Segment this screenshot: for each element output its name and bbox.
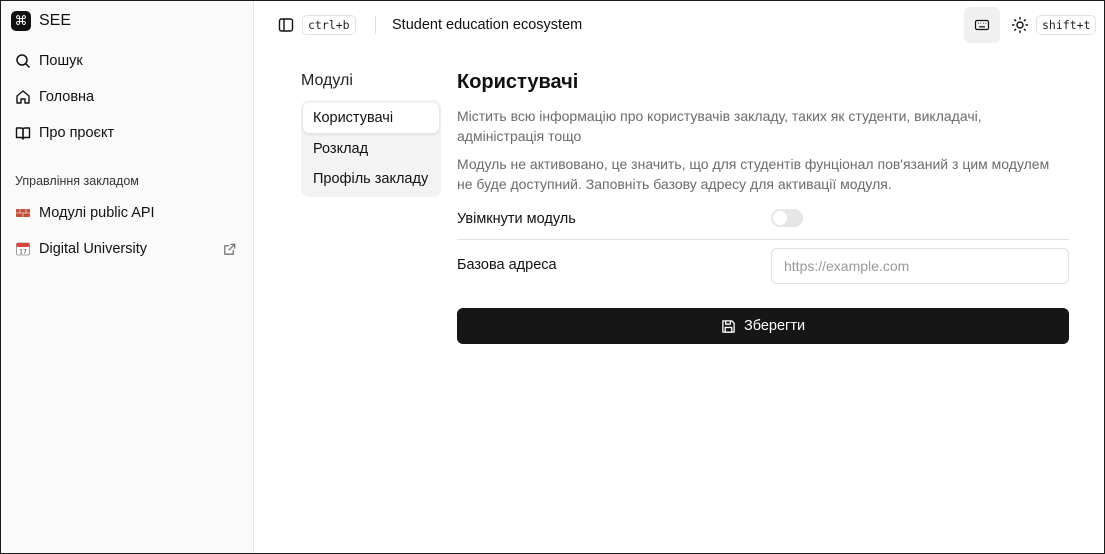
enable-module-label: Увімкнути модуль xyxy=(457,211,576,227)
enable-module-toggle[interactable] xyxy=(771,209,803,227)
sidebar-item-label: Пошук xyxy=(39,53,83,69)
sidebar-item-home[interactable]: Головна xyxy=(15,89,94,105)
external-link-icon[interactable] xyxy=(222,242,237,257)
brick-icon xyxy=(15,205,31,221)
svg-text:17: 17 xyxy=(19,249,27,256)
sidebar-item-label: Digital University xyxy=(39,241,147,257)
base-url-label: Базова адреса xyxy=(457,257,557,273)
activation-note: Модуль не активовано, це значить, що для… xyxy=(457,156,1050,192)
sidebar-toggle-icon[interactable] xyxy=(278,17,294,33)
module-tabs: Користувачі Розклад Профіль закладу xyxy=(301,100,441,197)
sidebar-item-label: Модулі public API xyxy=(39,205,155,221)
command-icon: ⌘ xyxy=(11,11,31,31)
module-settings: Користувачі Містить всю інформацію про к… xyxy=(457,71,1069,344)
save-icon xyxy=(722,319,735,333)
sidebar-item-public-api[interactable]: Модулі public API xyxy=(15,205,155,221)
save-button[interactable]: Зберегти xyxy=(457,308,1069,344)
theme-toggle-icon[interactable] xyxy=(1011,16,1029,34)
modules-heading: Модулі xyxy=(301,72,353,89)
brand[interactable]: ⌘ SEE xyxy=(11,11,71,31)
theme-shortcut-kbd: shift+t xyxy=(1036,15,1097,35)
main-area: ctrl+b Student education ecosystem shift… xyxy=(254,1,1104,553)
sidebar-shortcut-kbd: ctrl+b xyxy=(302,15,356,35)
section-label: Управління закладом xyxy=(15,174,139,188)
header-divider xyxy=(375,16,376,34)
sidebar: ⌘ SEE Пошук Головна Про проєкт Управлінн… xyxy=(1,1,254,553)
sidebar-item-search[interactable]: Пошук xyxy=(15,53,83,69)
app-name: SEE xyxy=(39,12,72,29)
calendar-icon: 17 xyxy=(15,241,31,257)
save-label: Зберегти xyxy=(743,318,806,334)
sidebar-item-label: Про проєкт xyxy=(39,125,115,141)
module-description: Містить всю інформацію про користувачів … xyxy=(457,108,982,144)
home-icon xyxy=(16,90,30,104)
tab-schedule[interactable]: Розклад xyxy=(303,134,439,164)
page-title: Student education ecosystem xyxy=(392,17,583,33)
sidebar-item-label: Головна xyxy=(39,89,95,105)
sidebar-item-digital-university[interactable]: 17 Digital University xyxy=(15,241,147,257)
tab-institution-profile[interactable]: Профіль закладу xyxy=(303,164,439,194)
tab-users[interactable]: Користувачі xyxy=(303,103,439,133)
toggle-knob xyxy=(773,211,787,225)
book-icon xyxy=(15,127,31,140)
base-url-input[interactable] xyxy=(771,248,1069,284)
sidebar-item-about[interactable]: Про проєкт xyxy=(15,125,114,141)
keyboard-button[interactable] xyxy=(964,7,1000,43)
keyboard-icon xyxy=(974,19,990,31)
app-window: ⌘ SEE Пошук Головна Про проєкт Управлінн… xyxy=(0,0,1105,554)
module-title: Користувачі xyxy=(457,71,579,93)
row-divider xyxy=(457,239,1069,240)
search-icon xyxy=(16,54,31,69)
